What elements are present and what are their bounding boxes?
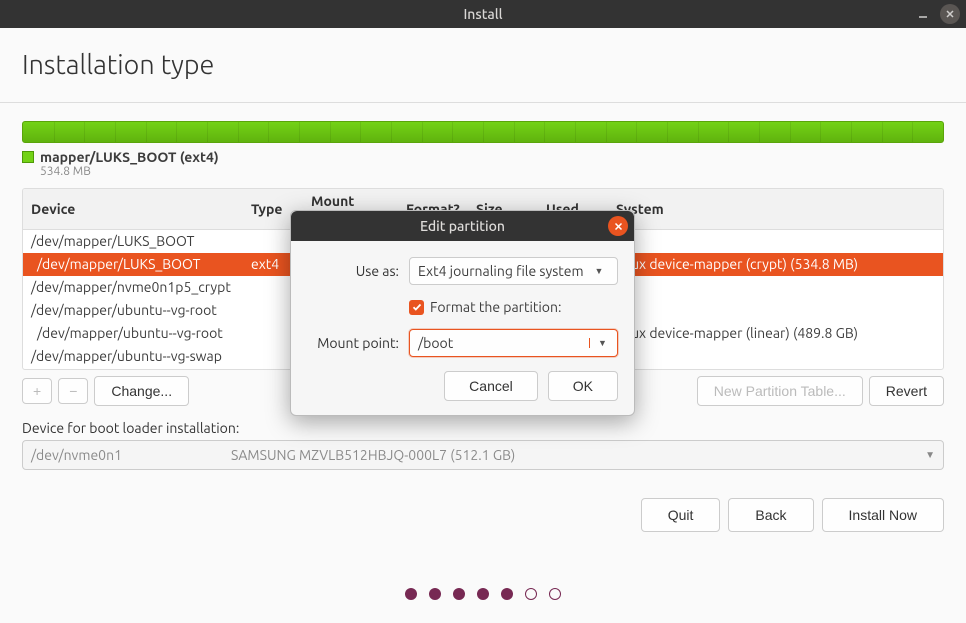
add-partition-button[interactable]: + bbox=[22, 378, 52, 404]
cell-system: linux device-mapper (crypt) (534.8 MB) bbox=[608, 253, 943, 276]
bootloader-label: Device for boot loader installation: bbox=[22, 420, 944, 436]
window-title: Install bbox=[463, 6, 502, 22]
page-title: Installation type bbox=[22, 50, 944, 80]
back-button[interactable]: Back bbox=[728, 498, 813, 532]
cell-system: linux device-mapper (linear) (21.5 GB) bbox=[608, 368, 943, 371]
minimize-icon[interactable] bbox=[914, 5, 932, 23]
cell-system bbox=[608, 299, 943, 322]
quit-button[interactable]: Quit bbox=[641, 498, 721, 532]
col-system: System bbox=[608, 189, 943, 230]
window-titlebar: Install bbox=[0, 0, 966, 28]
format-label: Format the partition: bbox=[430, 299, 561, 315]
install-now-button[interactable]: Install Now bbox=[822, 498, 944, 532]
chevron-down-icon: ▼ bbox=[589, 266, 609, 276]
mount-point-value: /boot bbox=[418, 335, 453, 351]
pager-dot bbox=[525, 588, 537, 600]
remove-partition-button[interactable]: − bbox=[58, 378, 88, 404]
dialog-close-icon[interactable] bbox=[608, 216, 628, 236]
dialog-cancel-button[interactable]: Cancel bbox=[444, 371, 538, 401]
edit-partition-dialog: Edit partition Use as: Ext4 journaling f… bbox=[290, 210, 635, 416]
step-pager bbox=[22, 588, 944, 600]
pager-dot bbox=[453, 588, 465, 600]
use-as-value: Ext4 journaling file system bbox=[418, 263, 584, 279]
new-partition-table-button[interactable]: New Partition Table... bbox=[697, 376, 863, 406]
change-partition-button[interactable]: Change... bbox=[94, 376, 189, 406]
cell-device: /dev/mapper/LUKS_BOOT bbox=[23, 230, 243, 253]
cell-system: linux device-mapper (linear) (489.8 GB) bbox=[608, 322, 943, 345]
bootloader-device: /dev/nvme0n1 bbox=[31, 447, 231, 463]
pager-dot bbox=[549, 588, 561, 600]
mount-point-label: Mount point: bbox=[307, 335, 399, 351]
pager-dot bbox=[429, 588, 441, 600]
dialog-title: Edit partition bbox=[420, 218, 505, 234]
close-icon[interactable] bbox=[940, 4, 960, 24]
bootloader-device-dropdown[interactable]: /dev/nvme0n1 SAMSUNG MZVLB512HBJQ-000L7 … bbox=[22, 440, 944, 470]
use-as-label: Use as: bbox=[307, 263, 399, 279]
bootloader-model: SAMSUNG MZVLB512HBJQ-000L7 (512.1 GB) bbox=[231, 447, 515, 463]
chevron-down-icon: ▼ bbox=[589, 338, 609, 348]
cell-device: /dev/mapper/ubuntu--vg-root bbox=[23, 322, 243, 345]
cell-device: /dev/mapper/ubuntu--vg-swap bbox=[23, 345, 243, 368]
partition-color-swatch bbox=[22, 151, 34, 163]
cell-device: /dev/mapper/ubuntu--vg-swap bbox=[23, 368, 243, 371]
cell-device: /dev/mapper/nvme0n1p5_crypt bbox=[23, 276, 243, 299]
partition-name: mapper/LUKS_BOOT (ext4) bbox=[40, 149, 219, 165]
cell-device: /dev/mapper/ubuntu--vg-root bbox=[23, 299, 243, 322]
cell-system bbox=[608, 345, 943, 368]
pager-dot bbox=[501, 588, 513, 600]
cell-system bbox=[608, 276, 943, 299]
revert-button[interactable]: Revert bbox=[869, 376, 944, 406]
partition-size: 534.8 MB bbox=[40, 165, 944, 178]
disk-allocation-bar[interactable] bbox=[22, 121, 944, 143]
dialog-titlebar: Edit partition bbox=[291, 211, 634, 241]
chevron-down-icon: ▼ bbox=[925, 449, 935, 461]
cell-device: /dev/mapper/LUKS_BOOT bbox=[23, 253, 243, 276]
pager-dot bbox=[477, 588, 489, 600]
dialog-ok-button[interactable]: OK bbox=[548, 371, 618, 401]
cell-system bbox=[608, 230, 943, 253]
pager-dot bbox=[405, 588, 417, 600]
format-checkbox[interactable] bbox=[409, 300, 424, 315]
mount-point-combobox[interactable]: /boot ▼ bbox=[409, 329, 618, 357]
col-device: Device bbox=[23, 189, 243, 230]
use-as-dropdown[interactable]: Ext4 journaling file system ▼ bbox=[409, 257, 618, 285]
